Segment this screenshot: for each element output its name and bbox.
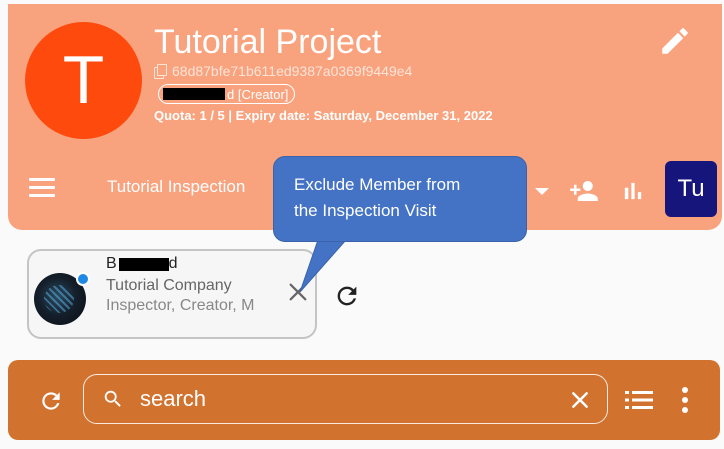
add-member-icon[interactable] <box>566 176 602 206</box>
member-roles: Inspector, Creator, M <box>106 297 255 314</box>
online-status-dot <box>76 272 90 286</box>
member-name-prefix: B <box>106 255 117 272</box>
user-avatar[interactable]: Tu <box>665 161 717 217</box>
redacted-member-name <box>118 257 169 271</box>
project-title: Tutorial Project <box>154 23 382 61</box>
project-id: 68d87bfe71b611ed9387a0369f9449e4 <box>172 63 413 79</box>
quota-expiry-text: Quota: 1 / 5 | Expiry date: Saturday, De… <box>154 108 493 123</box>
project-avatar: T <box>25 22 142 139</box>
close-icon[interactable] <box>287 281 309 303</box>
clear-icon[interactable] <box>570 390 590 410</box>
tooltip-line-1: Exclude Member from <box>294 175 461 194</box>
member-name: B d <box>106 255 178 273</box>
refresh-icon[interactable] <box>333 282 361 310</box>
refresh-icon[interactable] <box>38 388 64 414</box>
page: T Tutorial Project 68d87bfe71b611ed9387a… <box>0 0 724 449</box>
menu-icon[interactable] <box>29 178 55 198</box>
search-input[interactable] <box>140 385 540 413</box>
edit-icon[interactable] <box>658 24 692 58</box>
project-id-row[interactable]: 68d87bfe71b611ed9387a0369f9449e4 <box>154 62 412 80</box>
tooltip-line-2: the Inspection Visit <box>294 201 437 220</box>
search-icon <box>104 390 121 407</box>
list-icon[interactable] <box>625 389 653 411</box>
inspection-select[interactable]: Tutorial Inspection <box>107 177 245 197</box>
search-field[interactable] <box>83 374 608 424</box>
member-company: Tutorial Company <box>106 277 232 294</box>
owner-role: d [Creator] <box>227 86 289 102</box>
search-toolbar <box>8 360 720 440</box>
more-vert-icon[interactable] <box>678 386 692 414</box>
chevron-down-icon[interactable] <box>535 188 549 195</box>
member-name-suffix: d <box>168 255 178 272</box>
copy-icon[interactable] <box>154 64 167 79</box>
redacted-owner-name <box>163 88 225 100</box>
chart-icon[interactable] <box>619 176 647 206</box>
member-card[interactable]: B d Tutorial Company Inspector, Creator,… <box>27 249 317 339</box>
owner-badge: d [Creator] <box>158 84 296 104</box>
annotation-tooltip: Exclude Member from the Inspection Visit <box>273 156 527 242</box>
